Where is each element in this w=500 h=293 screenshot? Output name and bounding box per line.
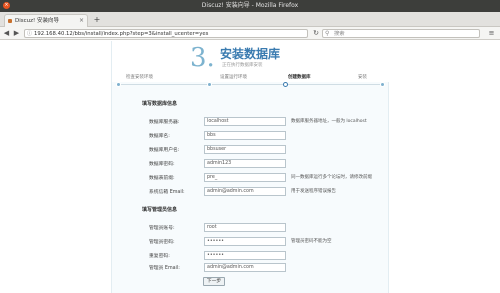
browser-tab[interactable]: Discuz! 安装向导 × [4,14,88,27]
step-label-1: 检查安装环境 [126,75,153,80]
table-prefix-label: 数据表前缀: [149,176,175,181]
window-title-bar: × Discuz! 安装向导 - Mozilla Firefox [0,0,500,12]
search-placeholder: 搜索 [334,31,345,37]
db-user-label: 数据库用户名: [149,148,180,153]
progress-steps: 检查安装环境 设置运行环境 创建数据库 安装 [112,74,390,87]
admin-account-input[interactable]: root [204,223,286,232]
back-icon[interactable]: ◀ [2,29,11,38]
db-server-row: 数据库服务器: localhost 数据库服务器地址，一般为 localhost [112,117,390,127]
page-content: 3. 安装数据库 正在执行数据库安装 检查安装环境 设置运行环境 创建数据库 安… [0,41,500,293]
db-password-row: 数据库密码: admin123 [112,159,390,169]
admin-email-label: 管理员 Email: [149,266,180,271]
step-number: 3. [190,43,215,73]
navigation-bar: ◀ ▶ ⓘ 192.168.40.12/bbs/install/index.ph… [0,27,500,40]
admin-password-input[interactable]: •••••• [204,237,286,246]
menu-icon[interactable]: ≡ [487,29,496,38]
tab-strip: Discuz! 安装向导 × + [0,12,500,27]
step-label-4: 安装 [358,75,367,80]
table-prefix-row: 数据表前缀: pre_ 同一数据库运行多个论坛时，请修改前缀 [112,173,390,183]
repeat-password-input[interactable]: •••••• [204,251,286,260]
close-tab-icon[interactable]: × [79,15,84,27]
forward-icon[interactable]: ▶ [12,29,21,38]
admin-email-row: 管理员 Email: admin@admin.com [112,263,390,273]
progress-line [118,84,384,85]
installer-panel: 3. 安装数据库 正在执行数据库安装 检查安装环境 设置运行环境 创建数据库 安… [111,41,390,293]
page-title: 安装数据库 [220,47,281,61]
db-user-row: 数据库用户名: bbsuser [112,145,390,155]
search-input[interactable]: ⚲ 搜索 [322,29,480,38]
site-info-icon[interactable]: ⓘ [27,30,32,37]
new-tab-button[interactable]: + [92,14,102,25]
repeat-password-row: 重复密码: •••••• [112,251,390,261]
step-label-2: 设置运行环境 [220,75,247,80]
step-dot-4 [380,82,385,87]
step-dot-1 [116,82,121,87]
window-title: Discuz! 安装向导 - Mozilla Firefox [201,2,299,9]
db-password-label: 数据库密码: [149,162,175,167]
page-subtitle: 正在执行数据库安装 [222,63,263,68]
db-name-row: 数据库名: bbs [112,131,390,141]
admin-password-hint: 管理员密码不能为空 [291,239,332,244]
db-name-input[interactable]: bbs [204,131,286,140]
tab-label: Discuz! 安装向导 [15,18,59,24]
db-server-input[interactable]: localhost [204,117,286,126]
system-email-label: 系统信箱 Email: [149,190,185,195]
next-button[interactable]: 下一步 [203,277,225,286]
admin-account-label: 管理员账号: [149,226,175,231]
db-section-title: 填写数据库信息 [142,101,178,107]
admin-email-input[interactable]: admin@admin.com [204,263,286,272]
admin-password-label: 管理员密码: [149,240,175,245]
admin-password-row: 管理员密码: •••••• 管理员密码不能为空 [112,237,390,247]
url-bar[interactable]: ⓘ 192.168.40.12/bbs/install/index.php?st… [24,29,308,38]
system-email-row: 系统信箱 Email: admin@admin.com 用于发送程序错误报告 [112,187,390,197]
db-server-label: 数据库服务器: [149,120,180,125]
db-password-input[interactable]: admin123 [204,159,286,168]
close-window-icon[interactable]: × [3,2,10,9]
step-label-3: 创建数据库 [288,75,311,80]
system-email-input[interactable]: admin@admin.com [204,187,286,196]
admin-account-row: 管理员账号: root [112,223,390,233]
table-prefix-hint: 同一数据库运行多个论坛时，请修改前缀 [291,175,372,180]
admin-section-title: 填写管理员信息 [142,207,178,213]
table-prefix-input[interactable]: pre_ [204,173,286,182]
favicon-icon [8,19,12,23]
reload-icon[interactable]: ↻ [312,29,320,38]
step-dot-3 [283,82,288,87]
db-server-hint: 数据库服务器地址，一般为 localhost [291,119,367,124]
search-icon: ⚲ [325,30,330,37]
step-dot-2 [207,82,212,87]
system-email-hint: 用于发送程序错误报告 [291,189,336,194]
db-user-input[interactable]: bbsuser [204,145,286,154]
repeat-password-label: 重复密码: [149,254,170,259]
url-text: 192.168.40.12/bbs/install/index.php?step… [34,31,209,37]
db-name-label: 数据库名: [149,134,170,139]
